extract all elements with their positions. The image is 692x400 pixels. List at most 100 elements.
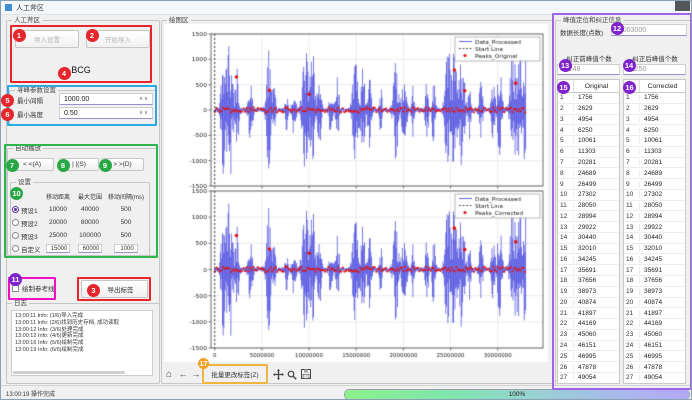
table-row-index: 14 bbox=[558, 234, 574, 241]
log-scrollbar[interactable] bbox=[13, 371, 125, 374]
table-row[interactable]: 1735691 bbox=[624, 265, 685, 276]
table-row[interactable]: 926499 bbox=[558, 179, 619, 190]
peak-params-group-title: 寻峰参数设置 bbox=[15, 87, 58, 95]
table-row[interactable]: 2345060 bbox=[624, 330, 685, 341]
min-interval-spinbox[interactable]: 1000.00 ∧∨ bbox=[59, 93, 153, 105]
status-message: 13:00:19 操作完成 bbox=[6, 389, 55, 398]
window-control-icon[interactable] bbox=[675, 1, 690, 11]
table-row[interactable]: 1228994 bbox=[624, 211, 685, 222]
table-row[interactable]: 1430440 bbox=[558, 233, 619, 244]
table-cell-value: 45060 bbox=[640, 331, 685, 338]
table-row[interactable]: 2040874 bbox=[558, 298, 619, 309]
table-row[interactable]: 2446151 bbox=[558, 341, 619, 352]
table-row[interactable]: 11756 bbox=[558, 93, 619, 104]
preset-custom-input[interactable]: 1000 bbox=[114, 244, 138, 253]
table-row[interactable]: 1532010 bbox=[624, 244, 685, 255]
spinbox-updown-icon[interactable]: ∧∨ bbox=[139, 96, 152, 102]
table-row[interactable]: 1938973 bbox=[624, 287, 685, 298]
table-row[interactable]: 1128050 bbox=[624, 201, 685, 212]
table-cell-value: 28994 bbox=[574, 213, 619, 220]
table-row[interactable]: 1027302 bbox=[558, 190, 619, 201]
table-row[interactable]: 2244169 bbox=[624, 319, 685, 330]
table-row[interactable]: 1938973 bbox=[558, 287, 619, 298]
table-row[interactable]: 720281 bbox=[558, 158, 619, 169]
table-row[interactable]: 11756 bbox=[624, 93, 685, 104]
toolbar-zoom-icon[interactable] bbox=[286, 368, 298, 381]
preset-radio[interactable] bbox=[12, 219, 19, 226]
table-row[interactable]: 611303 bbox=[558, 147, 619, 158]
table-row[interactable]: 2647878 bbox=[558, 362, 619, 373]
min-height-spinbox[interactable]: 0.50 ∧∨ bbox=[59, 107, 153, 119]
table-row[interactable]: 1837656 bbox=[558, 276, 619, 287]
original-peaks-table[interactable]: Original11756226293495446250510061611303… bbox=[557, 79, 620, 384]
table-row[interactable]: 2345060 bbox=[558, 330, 619, 341]
preset-label: 自定义 bbox=[21, 244, 41, 254]
table-row-index: 21 bbox=[624, 310, 640, 317]
table-row[interactable]: 1329922 bbox=[624, 222, 685, 233]
table-row[interactable]: 1532010 bbox=[558, 244, 619, 255]
table-row[interactable]: 34954 bbox=[624, 115, 685, 126]
preset-radio[interactable] bbox=[12, 245, 19, 252]
table-row[interactable]: 2546995 bbox=[624, 351, 685, 362]
app-window: 人工斧区 人工斧区 导入设置 开始导入 BCG 寻峰参数设置 最小间隔 1000… bbox=[0, 0, 692, 400]
table-row[interactable]: 2446151 bbox=[624, 341, 685, 352]
table-row[interactable]: 2141897 bbox=[624, 308, 685, 319]
table-row[interactable]: 611303 bbox=[624, 147, 685, 158]
table-row[interactable]: 510061 bbox=[624, 136, 685, 147]
table-row[interactable]: 824689 bbox=[558, 168, 619, 179]
table-row-index: 8 bbox=[558, 170, 574, 177]
annotation-circle-15: 15 bbox=[557, 81, 570, 94]
table-row[interactable]: 1430440 bbox=[624, 233, 685, 244]
toolbar-back-icon[interactable]: ← bbox=[177, 367, 189, 381]
table-row[interactable]: 46250 bbox=[558, 125, 619, 136]
draw-refline-checkbox[interactable] bbox=[12, 285, 19, 292]
table-row[interactable]: 2546995 bbox=[558, 351, 619, 362]
table-row-index: 3 bbox=[558, 116, 574, 123]
spinbox-updown-icon[interactable]: ∧∨ bbox=[139, 110, 152, 116]
table-row[interactable]: 824689 bbox=[624, 168, 685, 179]
preset-custom-input[interactable]: 60000 bbox=[78, 244, 102, 253]
preset-radio[interactable] bbox=[12, 206, 19, 213]
log-line: 13:00:19 Info: (6/6)绘制完成 bbox=[15, 347, 152, 354]
table-row[interactable]: 1634245 bbox=[624, 254, 685, 265]
table-cell-value: 28050 bbox=[574, 202, 619, 209]
preset-custom-input[interactable]: 15000 bbox=[46, 244, 70, 253]
table-row[interactable]: 1128050 bbox=[558, 201, 619, 212]
signal-figure[interactable] bbox=[164, 24, 548, 362]
corrected-peaks-table[interactable]: Corrected1175622629349544625051006161130… bbox=[623, 79, 686, 384]
table-row[interactable]: 926499 bbox=[624, 179, 685, 190]
table-row-index: 23 bbox=[558, 331, 574, 338]
table-row-index: 10 bbox=[624, 191, 640, 198]
preset-label: 预设3 bbox=[21, 231, 38, 241]
toolbar-save-icon[interactable] bbox=[300, 367, 312, 381]
table-row-index: 13 bbox=[624, 224, 640, 231]
table-row[interactable]: 510061 bbox=[558, 136, 619, 147]
batch-change-label-button[interactable]: 批量更改标签(Z) bbox=[202, 369, 268, 379]
table-row[interactable]: 1837656 bbox=[624, 276, 685, 287]
table-row[interactable]: 46250 bbox=[624, 125, 685, 136]
table-row[interactable]: 1735691 bbox=[558, 265, 619, 276]
table-row[interactable]: 22629 bbox=[624, 104, 685, 115]
table-cell-value: 30440 bbox=[574, 234, 619, 241]
table-row[interactable]: 34954 bbox=[558, 115, 619, 126]
table-row[interactable]: 2749054 bbox=[624, 373, 685, 384]
table-row[interactable]: 1329922 bbox=[558, 222, 619, 233]
toolbar-forward-icon[interactable]: → bbox=[190, 367, 202, 381]
preset-radio[interactable] bbox=[12, 232, 19, 239]
table-row[interactable]: 2244169 bbox=[558, 319, 619, 330]
annotation-circle-1: 1 bbox=[13, 29, 26, 42]
table-row[interactable]: 1228994 bbox=[558, 211, 619, 222]
table-row[interactable]: 2141897 bbox=[558, 308, 619, 319]
table-cell-value: 29922 bbox=[640, 224, 685, 231]
log-list[interactable]: 13:00:11 Info: (1/6)导入完成13:00:11 Info: (… bbox=[11, 310, 153, 376]
table-row[interactable]: 1027302 bbox=[624, 190, 685, 201]
toolbar-home-icon[interactable]: ⌂ bbox=[163, 367, 175, 381]
table-row[interactable]: 2749054 bbox=[558, 373, 619, 384]
table-cell-value: 41897 bbox=[640, 310, 685, 317]
table-row[interactable]: 1634245 bbox=[558, 254, 619, 265]
table-row[interactable]: 22629 bbox=[558, 104, 619, 115]
toolbar-pan-icon[interactable] bbox=[272, 368, 284, 381]
table-row[interactable]: 2647878 bbox=[624, 362, 685, 373]
table-row[interactable]: 2040874 bbox=[624, 298, 685, 309]
table-row[interactable]: 720281 bbox=[624, 158, 685, 169]
